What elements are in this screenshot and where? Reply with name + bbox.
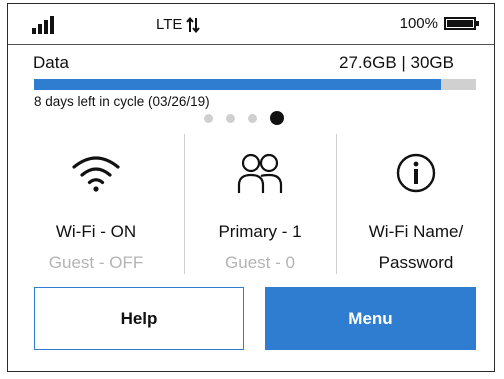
battery-fill <box>447 20 473 27</box>
cycle-text: 8 days left in cycle (03/26/19) <box>34 94 210 109</box>
data-usage-value: 27.6GB | 30GB <box>339 53 454 72</box>
menu-button[interactable]: Menu <box>265 287 476 350</box>
wifi-name-password-tile[interactable]: Wi-Fi Name/ Password <box>340 134 492 277</box>
help-button[interactable]: Help <box>34 287 244 350</box>
network-indicator: LTE <box>156 16 201 33</box>
tile-divider <box>336 134 337 274</box>
guest-wifi-status: Guest - OFF <box>48 253 144 272</box>
page-dot[interactable] <box>270 111 284 125</box>
battery-icon <box>444 17 479 30</box>
status-divider <box>8 44 494 45</box>
primary-devices-count: Primary - 1 <box>218 222 302 241</box>
wifi-status: Wi-Fi - ON <box>55 222 137 241</box>
signal-strength-icon <box>32 16 60 34</box>
data-usage-fill <box>34 79 441 90</box>
guest-devices-count: Guest - 0 <box>225 253 295 272</box>
page-dot[interactable] <box>226 113 235 123</box>
battery-indicator: 100% <box>399 15 479 32</box>
page-dot[interactable] <box>248 113 257 123</box>
battery-percent: 100% <box>399 15 438 32</box>
wifi-tile[interactable]: Wi-Fi - ON Guest - OFF <box>26 134 166 277</box>
connected-devices-tile[interactable]: Primary - 1 Guest - 0 <box>189 134 331 277</box>
status-bar: LTE 100% <box>8 4 494 44</box>
data-label: Data <box>33 53 69 72</box>
data-transfer-icon <box>186 16 201 33</box>
wifi-name-label: Wi-Fi Name/ <box>368 222 464 241</box>
tile-divider <box>184 134 185 274</box>
password-label: Password <box>378 253 454 272</box>
page-dot[interactable] <box>204 113 213 123</box>
data-usage-bar <box>34 79 476 90</box>
page-indicator[interactable] <box>204 111 284 125</box>
network-type: LTE <box>156 16 183 33</box>
device-screen: LTE 100% Data 27.6GB | 30GB 8 days left … <box>7 3 495 372</box>
users-icon <box>237 153 283 193</box>
wifi-icon <box>72 156 120 192</box>
info-icon <box>396 153 436 193</box>
